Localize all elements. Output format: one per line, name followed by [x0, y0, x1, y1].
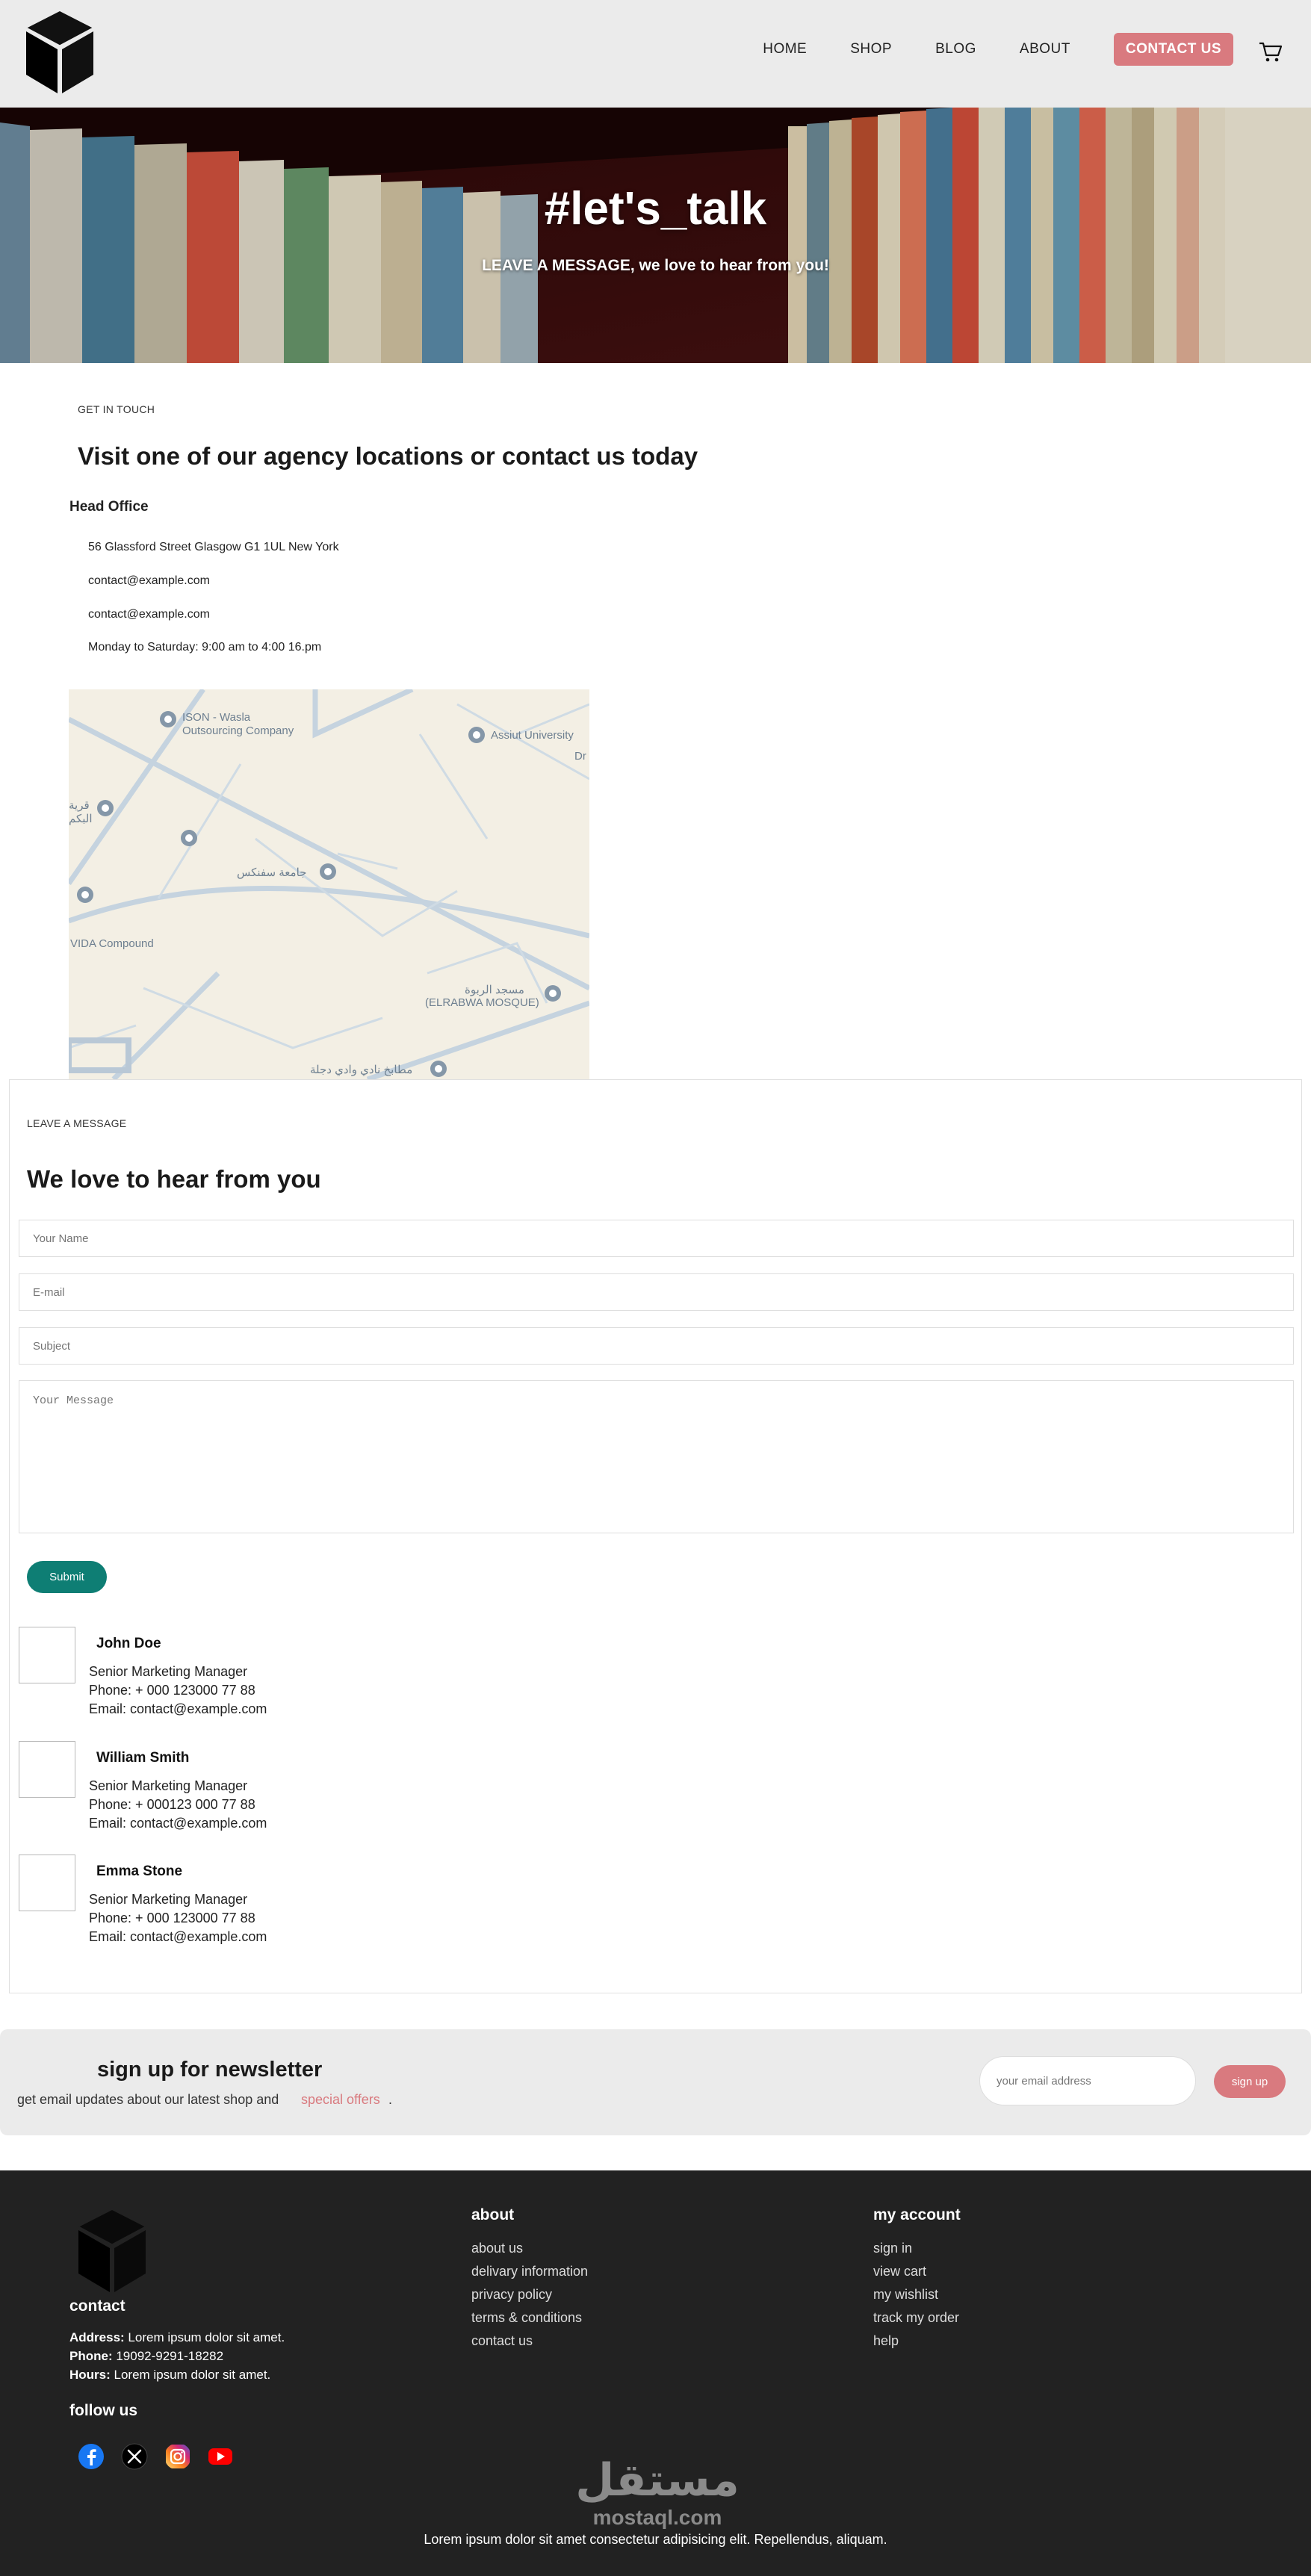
location-map[interactable]: ISON - Wasla Outsourcing Company Assiut …: [69, 689, 589, 1079]
x-icon[interactable]: [121, 2443, 148, 2470]
footer-link-privacy[interactable]: privacy policy: [471, 2287, 552, 2303]
email-field[interactable]: [19, 1273, 1294, 1311]
person-email: Email: contact@example.com: [89, 1701, 267, 1716]
avatar: [19, 1627, 75, 1683]
newsletter-title: sign up for newsletter: [97, 2058, 323, 2082]
site-footer: contact Address: Lorem ipsum dolor sit a…: [0, 2170, 1311, 2576]
hero-banner: #let's_talk LEAVE A MESSAGE, we love to …: [0, 108, 1311, 363]
office-hours: Monday to Saturday: 9:00 am to 4:00 16.p…: [88, 641, 322, 654]
facebook-icon[interactable]: [78, 2443, 105, 2470]
map-label: Outsourcing Company: [182, 724, 294, 737]
message-form-section: LEAVE A MESSAGE We love to hear from you…: [9, 1079, 1302, 1993]
person-name: Emma Stone: [96, 1863, 183, 1879]
leave-message-eyebrow: LEAVE A MESSAGE: [27, 1117, 127, 1129]
form-heading: We love to hear from you: [27, 1165, 321, 1193]
person-email: Email: contact@example.com: [89, 1929, 267, 1944]
name-field[interactable]: [19, 1220, 1294, 1257]
footer-link-about-us[interactable]: about us: [471, 2241, 523, 2256]
office-email: contact@example.com: [88, 574, 210, 587]
main-nav: HOME SHOP BLOG ABOUT CONTACT US: [719, 33, 1233, 66]
watermark-arabic: مستقل: [575, 2454, 740, 2507]
instagram-icon[interactable]: [164, 2443, 191, 2470]
map-label: ISON - Wasla: [182, 711, 251, 724]
person-role: Senior Marketing Manager: [89, 1892, 248, 1907]
newsletter-section: sign up for newsletter get email updates…: [0, 2029, 1311, 2135]
footer-link-view-cart[interactable]: view cart: [873, 2264, 926, 2279]
map-label: Assiut University: [491, 729, 574, 742]
cube-logo-icon[interactable]: [75, 2206, 149, 2296]
contact-heading: Visit one of our agency locations or con…: [78, 442, 698, 470]
sign-up-button[interactable]: sign up: [1214, 2065, 1286, 2098]
head-office-title: Head Office: [69, 499, 149, 515]
hero-subtitle: LEAVE A MESSAGE, we love to hear from yo…: [482, 257, 829, 274]
map-label: مسجد الربوة: [465, 984, 524, 996]
office-email-secondary: contact@example.com: [88, 608, 210, 621]
cube-logo-icon[interactable]: [22, 7, 97, 97]
footer-about-heading: about: [471, 2206, 515, 2223]
map-label: جامعة سفنكس: [237, 866, 306, 879]
person-phone: Phone: + 000 123000 77 88: [89, 1683, 255, 1698]
nav-about[interactable]: ABOUT: [1020, 33, 1070, 66]
cart-icon[interactable]: [1258, 39, 1283, 64]
footer-copyright: Lorem ipsum dolor sit amet consectetur a…: [424, 2532, 887, 2547]
map-label: (ELRABWA MOSQUE): [425, 996, 539, 1009]
person-name: John Doe: [96, 1636, 161, 1651]
subject-field[interactable]: [19, 1327, 1294, 1365]
footer-hours: Hours: Lorem ipsum dolor sit amet.: [69, 2368, 271, 2382]
follow-us-heading: follow us: [69, 2402, 137, 2419]
submit-button[interactable]: Submit: [27, 1561, 107, 1593]
footer-link-contact-us[interactable]: contact us: [471, 2333, 533, 2349]
hero-title: #let's_talk: [544, 183, 767, 235]
person-phone: Phone: + 000123 000 77 88: [89, 1797, 255, 1812]
footer-link-delivery[interactable]: delivary information: [471, 2264, 588, 2279]
nav-home[interactable]: HOME: [763, 33, 807, 66]
footer-link-sign-in[interactable]: sign in: [873, 2241, 912, 2256]
nav-blog[interactable]: BLOG: [935, 33, 976, 66]
mostaql-watermark: مستقل mostaql.com: [568, 2454, 747, 2536]
contact-person: William Smith Senior Marketing Manager P…: [19, 1741, 542, 1838]
bookshelf-image: [0, 108, 1311, 363]
map-label: VIDA Compound: [70, 937, 154, 950]
nav-contact-us[interactable]: CONTACT US: [1113, 33, 1233, 66]
person-email: Email: contact@example.com: [89, 1816, 267, 1831]
person-role: Senior Marketing Manager: [89, 1778, 248, 1793]
newsletter-email-input[interactable]: [979, 2056, 1196, 2105]
get-in-touch-eyebrow: GET IN TOUCH: [78, 403, 155, 415]
footer-link-track-order[interactable]: track my order: [873, 2310, 959, 2326]
site-header: HOME SHOP BLOG ABOUT CONTACT US: [0, 0, 1311, 108]
newsletter-period: .: [388, 2092, 393, 2107]
youtube-icon[interactable]: [207, 2443, 234, 2470]
map-streets: ISON - Wasla Outsourcing Company Assiut …: [69, 689, 589, 1079]
message-field[interactable]: [19, 1380, 1294, 1533]
footer-contact-heading: contact: [69, 2297, 125, 2315]
person-name: William Smith: [96, 1750, 190, 1766]
avatar: [19, 1855, 75, 1911]
office-address: 56 Glassford Street Glasgow G1 1UL New Y…: [88, 541, 339, 553]
map-label: مطابخ نادي وادي دجلة: [310, 1064, 412, 1076]
footer-link-terms[interactable]: terms & conditions: [471, 2310, 582, 2326]
footer-address: Address: Lorem ipsum dolor sit amet.: [69, 2330, 285, 2344]
newsletter-text: get email updates about our latest shop …: [17, 2092, 279, 2107]
map-label: قرية: [69, 799, 90, 812]
watermark-url: mostaql.com: [592, 2506, 722, 2529]
footer-link-help[interactable]: help: [873, 2333, 899, 2349]
nav-shop[interactable]: SHOP: [850, 33, 892, 66]
contact-person: John Doe Senior Marketing Manager Phone:…: [19, 1627, 542, 1724]
map-label: البكم: [69, 813, 93, 825]
person-role: Senior Marketing Manager: [89, 1664, 248, 1679]
contact-person: Emma Stone Senior Marketing Manager Phon…: [19, 1855, 542, 1952]
special-offers-link[interactable]: special offers: [301, 2092, 380, 2108]
footer-phone: Phone: 19092-9291-18282: [69, 2349, 224, 2363]
footer-link-wishlist[interactable]: my wishlist: [873, 2287, 938, 2303]
avatar: [19, 1741, 75, 1798]
person-phone: Phone: + 000 123000 77 88: [89, 1911, 255, 1925]
footer-account-heading: my account: [873, 2206, 961, 2223]
map-label: Dr: [574, 750, 586, 763]
